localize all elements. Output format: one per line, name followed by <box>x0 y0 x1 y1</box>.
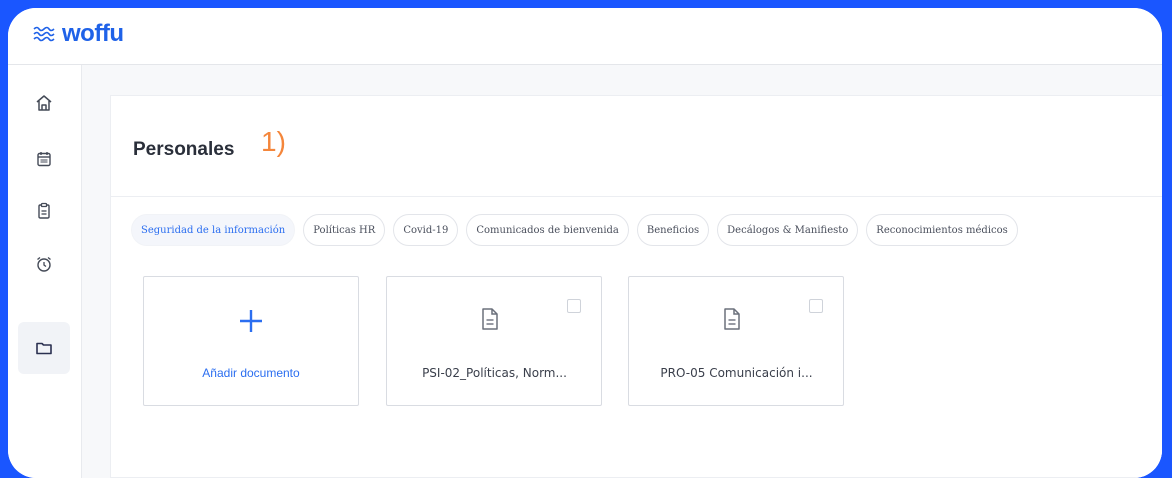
alarm-clock-icon <box>37 256 51 272</box>
waves-logo-icon <box>32 24 56 44</box>
tab-politicas-hr[interactable]: Políticas HR <box>303 214 386 246</box>
calendar-icon <box>37 152 51 167</box>
title-row: Personales 1) <box>111 96 1162 197</box>
sidebar <box>8 65 82 478</box>
add-document-label: Añadir documento <box>202 366 300 380</box>
clipboard-icon <box>38 202 50 219</box>
plus-icon <box>144 307 358 340</box>
top-bar: woffu <box>8 8 1162 65</box>
sidebar-item-clipboard[interactable] <box>18 185 70 237</box>
home-icon <box>36 95 52 111</box>
logo-text: woffu <box>62 20 124 47</box>
documents-card: Personales 1) Seguridad de la informació… <box>110 95 1162 478</box>
tab-reconocimientos[interactable]: Reconocimientos médicos <box>866 214 1018 246</box>
main-content: Personales 1) Seguridad de la informació… <box>82 65 1162 478</box>
sidebar-item-calendar[interactable] <box>18 133 70 185</box>
file-icon <box>723 307 741 336</box>
step-annotation: 1) <box>261 126 286 157</box>
sidebar-item-documents[interactable] <box>18 322 70 374</box>
document-card[interactable]: PSI-02_Políticas, Norm... <box>386 276 602 406</box>
document-card[interactable]: PRO-05 Comunicación i... <box>628 276 844 406</box>
folder-icon <box>36 342 52 355</box>
tab-beneficios[interactable]: Beneficios <box>636 214 710 246</box>
file-icon <box>481 307 499 336</box>
select-checkbox[interactable] <box>809 299 823 313</box>
select-checkbox[interactable] <box>567 299 581 313</box>
tab-comunicados[interactable]: Comunicados de bienvenida <box>466 214 629 246</box>
add-document-button[interactable]: Añadir documento <box>143 276 359 406</box>
sidebar-item-alarm[interactable] <box>18 238 70 290</box>
tab-seguridad[interactable]: Seguridad de la información <box>131 214 296 246</box>
app-window: woffu Personales 1) Seguridad de la info… <box>8 8 1162 478</box>
page-title: Personales <box>133 139 235 160</box>
sidebar-item-home[interactable] <box>18 77 70 129</box>
category-tabs: Seguridad de la información Políticas HR… <box>131 214 1018 246</box>
logo[interactable]: woffu <box>32 20 124 48</box>
document-name: PSI-02_Políticas, Norm... <box>422 366 567 380</box>
tab-decalogos[interactable]: Decálogos & Manifiesto <box>717 214 859 246</box>
document-name: PRO-05 Comunicación i... <box>660 366 813 380</box>
tab-covid[interactable]: Covid-19 <box>393 214 459 246</box>
